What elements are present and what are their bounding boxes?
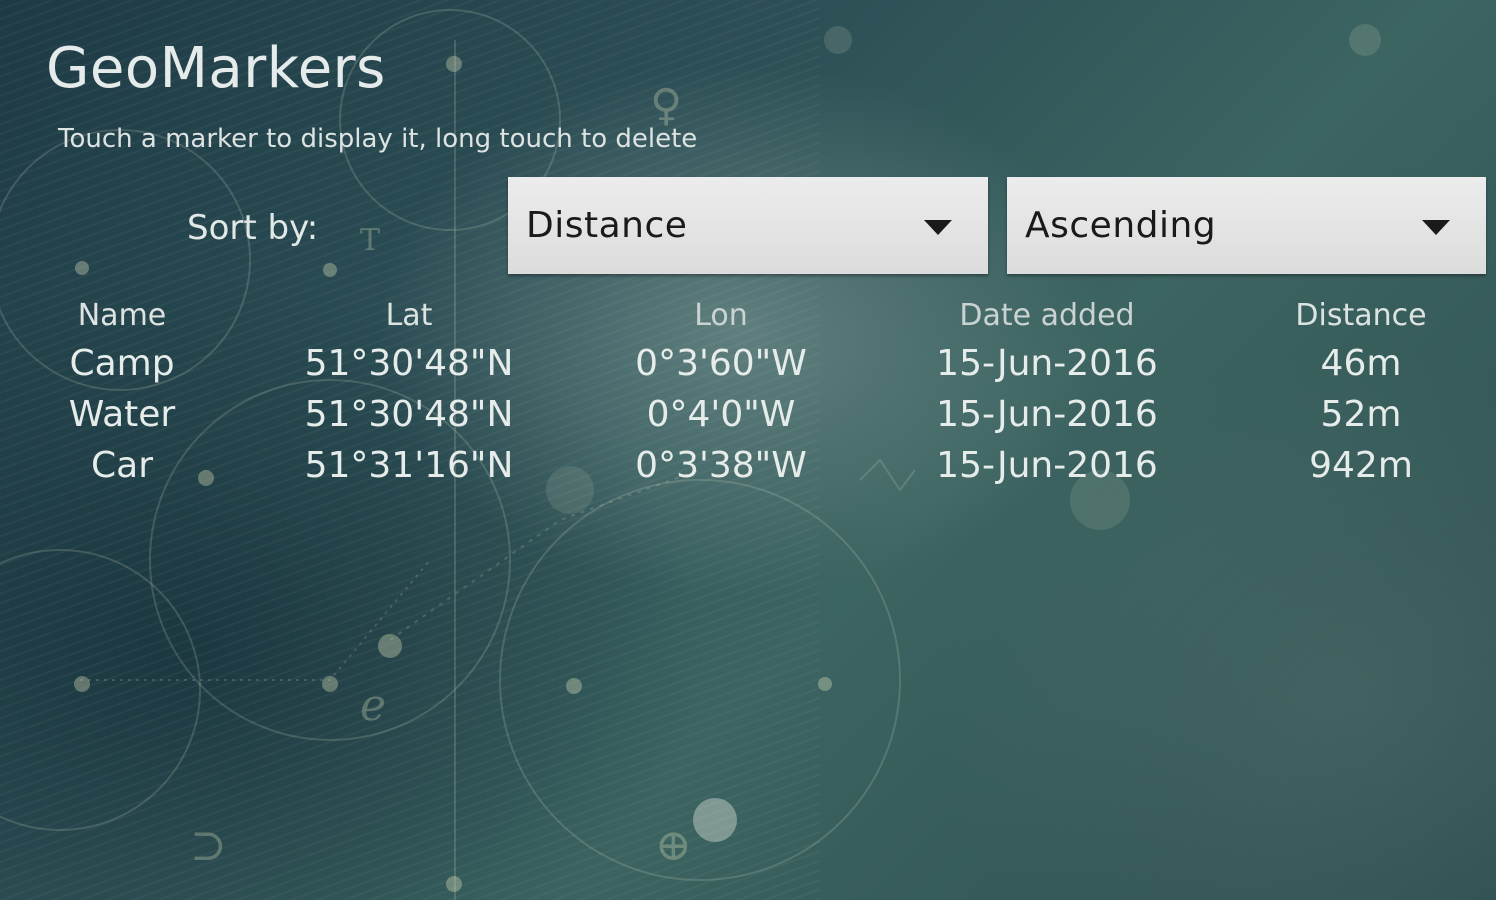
svg-text:⊕: ⊕ <box>655 820 692 871</box>
cell-lat: 51°30'48"N <box>304 343 514 384</box>
app-title: GeoMarkers <box>46 36 386 101</box>
hint-text: Touch a marker to display it, long touch… <box>58 124 698 154</box>
column-header-distance: Distance <box>1295 298 1427 333</box>
sort-label: Sort by: <box>187 208 319 248</box>
cell-distance: 46m <box>1320 343 1402 384</box>
cell-date-added: 15-Jun-2016 <box>936 343 1158 384</box>
cell-name: Water <box>68 394 176 435</box>
sort-order-value: Ascending <box>1025 205 1217 246</box>
cell-name: Camp <box>69 343 175 384</box>
cell-lon: 0°3'60"W <box>635 343 807 384</box>
cell-lat: 51°30'48"N <box>304 394 514 435</box>
cell-distance: 942m <box>1309 445 1413 486</box>
svg-text:T: T <box>360 223 380 258</box>
svg-text:ℯ: ℯ <box>360 680 386 731</box>
sort-order-dropdown[interactable]: Ascending <box>1007 177 1486 274</box>
cell-lon: 0°4'0"W <box>646 394 796 435</box>
svg-text:⊃: ⊃ <box>190 820 227 871</box>
cell-name: Car <box>91 445 153 486</box>
cell-lon: 0°3'38"W <box>635 445 807 486</box>
cell-distance: 52m <box>1320 394 1402 435</box>
cell-date-added: 15-Jun-2016 <box>936 394 1158 435</box>
sort-field-dropdown[interactable]: Distance <box>508 177 988 274</box>
column-header-name: Name <box>77 298 167 333</box>
dropdown-arrow-icon <box>1422 220 1450 235</box>
cell-date-added: 15-Jun-2016 <box>936 445 1158 486</box>
column-header-date-added: Date added <box>959 298 1135 333</box>
dropdown-arrow-icon <box>924 220 952 235</box>
cell-lat: 51°31'16"N <box>304 445 514 486</box>
column-header-lon: Lon <box>694 298 748 333</box>
column-header-lat: Lat <box>385 298 433 333</box>
sort-field-value: Distance <box>526 205 688 246</box>
